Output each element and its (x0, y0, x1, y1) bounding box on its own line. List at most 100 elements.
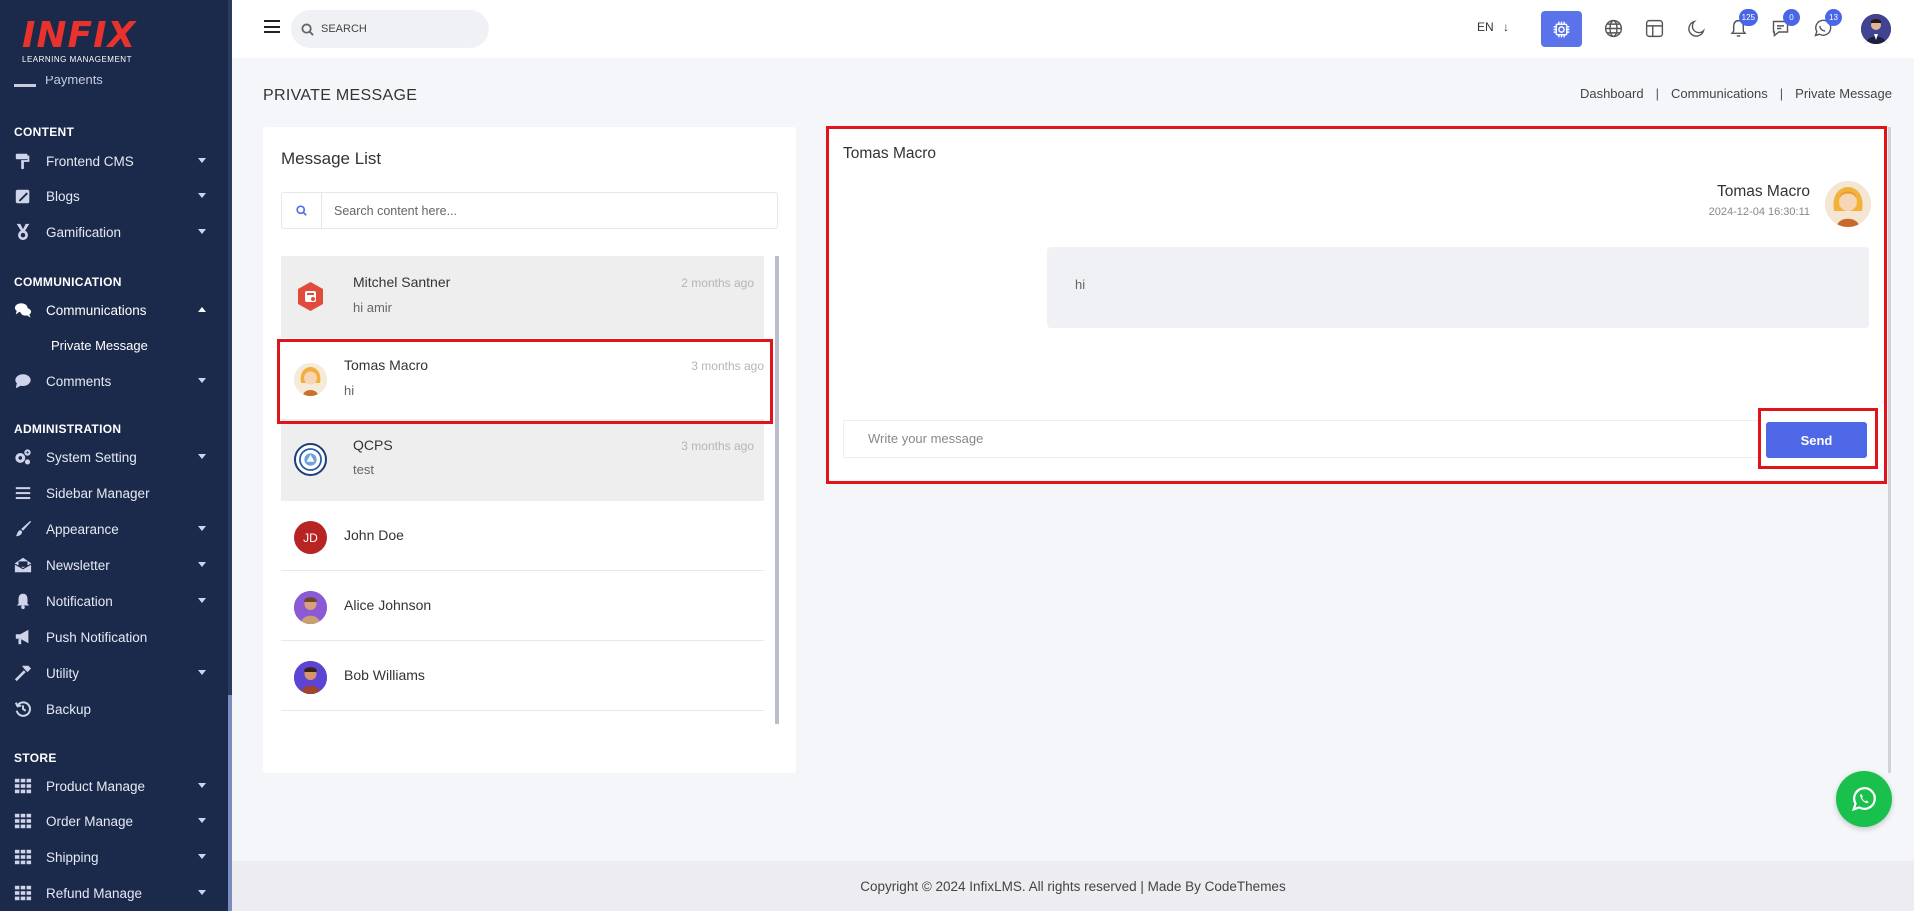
contact-avatar (294, 661, 327, 694)
chevron-down-icon (198, 193, 206, 198)
sidebar-item-push-notification[interactable]: Push Notification (0, 622, 228, 652)
breadcrumb: Dashboard | Communications | Private Mes… (1580, 86, 1892, 101)
grid-icon (14, 812, 32, 830)
sidebar: INFIX LEARNING MANAGEMENT Payments CONTE… (0, 0, 232, 911)
moon-icon (1687, 19, 1705, 37)
message-list-title: Message List (281, 149, 382, 168)
layout-button[interactable] (1640, 14, 1668, 42)
sidebar-item-label: Shipping (46, 849, 99, 865)
comments-icon (14, 301, 32, 319)
cpu-button[interactable] (1541, 11, 1582, 47)
arrow-down-icon: ↓ (1503, 20, 1510, 34)
sidebar-item-product-manage[interactable]: Product Manage (0, 771, 228, 801)
sidebar-item-gamification[interactable]: Gamification (0, 217, 228, 247)
logo[interactable]: INFIX LEARNING MANAGEMENT (22, 18, 182, 70)
sidebar-item-newsletter[interactable]: Newsletter (0, 550, 228, 580)
sidebar-item-blogs[interactable]: Blogs (0, 181, 228, 211)
sidebar-scrollbar[interactable] (228, 0, 232, 911)
sidebar-item-utility[interactable]: Utility (0, 658, 228, 688)
globe-button[interactable] (1599, 14, 1627, 42)
sidebar-item-backup[interactable]: Backup (0, 694, 228, 724)
language-selector[interactable]: EN ↓ (1477, 20, 1509, 34)
sidebar-item-frontend-cms[interactable]: Frontend CMS (0, 146, 228, 176)
breadcrumb-communications[interactable]: Communications (1671, 86, 1768, 101)
medal-icon (14, 223, 32, 241)
sidebar-item-payments[interactable]: Payments (14, 76, 214, 90)
conversation-item-alice-johnson[interactable]: Alice Johnson (281, 571, 764, 641)
chevron-up-icon (198, 307, 206, 312)
sidebar-item-order-manage[interactable]: Order Manage (0, 806, 228, 836)
sidebar-item-label: Gamification (46, 224, 122, 240)
top-header: EN ↓ 125 0 13 (232, 0, 1914, 58)
header-search-input[interactable] (321, 23, 471, 35)
chat-panel-highlight (826, 126, 1887, 484)
sidebar-item-notification[interactable]: Notification (0, 586, 228, 616)
gears-icon (14, 448, 32, 466)
header-search[interactable] (291, 10, 489, 48)
chevron-down-icon (198, 454, 206, 459)
chevron-down-icon (198, 854, 206, 859)
sidebar-item-label: Newsletter (46, 557, 110, 573)
paint-roller-icon (14, 152, 32, 170)
payments-icon (14, 84, 36, 87)
conversation-list: Mitchel Santner 2 months ago hi amir Tom… (281, 256, 779, 724)
contact-name: Alice Johnson (344, 597, 432, 613)
notifications-button[interactable]: 125 (1724, 9, 1758, 42)
chevron-down-icon (198, 526, 206, 531)
footer-copyright: Copyright © 2024 InfixLMS. All rights re… (860, 878, 1286, 894)
breadcrumb-private-message: Private Message (1795, 86, 1892, 101)
sidebar-item-shipping[interactable]: Shipping (0, 842, 228, 872)
message-search[interactable] (281, 192, 778, 229)
sidebar-item-communications[interactable]: Communications (0, 295, 228, 325)
sidebar-item-label: Backup (46, 701, 92, 717)
sidebar-item-system-setting[interactable]: System Setting (0, 442, 228, 472)
chevron-down-icon (198, 670, 206, 675)
sidebar-item-sidebar-manager[interactable]: Sidebar Manager (0, 478, 228, 508)
conversation-item-qcps[interactable]: QCPS 3 months ago test (281, 419, 764, 501)
sidebar-subitem-private-message[interactable]: Private Message (51, 338, 148, 353)
conversation-item-mitchel-santner[interactable]: Mitchel Santner 2 months ago hi amir (281, 256, 764, 338)
sidebar-item-appearance[interactable]: Appearance (0, 514, 228, 544)
section-title-content: CONTENT (14, 125, 75, 139)
messages-button[interactable]: 0 (1766, 9, 1800, 42)
sidebar-item-label: Appearance (46, 521, 119, 537)
contact-name: QCPS (353, 437, 393, 453)
message-search-input[interactable] (334, 203, 734, 218)
envelope-open-icon (14, 556, 32, 574)
chevron-down-icon (198, 783, 206, 788)
menu-toggle-icon[interactable] (264, 20, 280, 33)
dark-mode-button[interactable] (1682, 14, 1710, 42)
logo-text: INFIX (22, 15, 137, 56)
whatsapp-icon (1851, 787, 1876, 812)
bars-icon (14, 484, 32, 502)
whatsapp-float-button[interactable] (1836, 771, 1892, 827)
sidebar-item-label: Comments (46, 373, 112, 389)
conversation-list-scrollbar-thumb[interactable] (775, 256, 779, 724)
contact-name: Bob Williams (344, 667, 425, 683)
contact-avatar: JD (294, 521, 327, 554)
footer: Copyright © 2024 InfixLMS. All rights re… (232, 861, 1914, 911)
sidebar-item-label: Frontend CMS (46, 153, 134, 169)
send-button-highlight (1758, 408, 1878, 469)
conversation-list-scrollbar[interactable] (775, 256, 779, 724)
chevron-down-icon (198, 562, 206, 567)
page-scrollbar[interactable] (1888, 127, 1891, 773)
whatsapp-header-button[interactable]: 13 (1808, 9, 1842, 42)
user-avatar[interactable] (1861, 14, 1891, 44)
avatar-initials: JD (303, 530, 318, 545)
globe-icon (1604, 19, 1622, 37)
conversation-item-bob-williams[interactable]: Bob Williams (281, 641, 764, 711)
grid-icon (14, 848, 32, 866)
hammer-icon (14, 664, 32, 682)
sidebar-item-label: Order Manage (46, 813, 134, 829)
message-preview: test (353, 462, 374, 477)
search-icon (282, 193, 322, 228)
breadcrumb-dashboard[interactable]: Dashboard (1580, 86, 1644, 101)
sidebar-item-refund-manage[interactable]: Refund Manage (0, 878, 228, 908)
sidebar-item-label: Blogs (46, 188, 80, 204)
chevron-down-icon (198, 158, 206, 163)
conversation-item-john-doe[interactable]: JD John Doe (281, 501, 764, 571)
whatsapp-count-badge: 13 (1825, 9, 1842, 26)
chevron-down-icon (198, 378, 206, 383)
sidebar-item-comments[interactable]: Comments (0, 366, 228, 396)
